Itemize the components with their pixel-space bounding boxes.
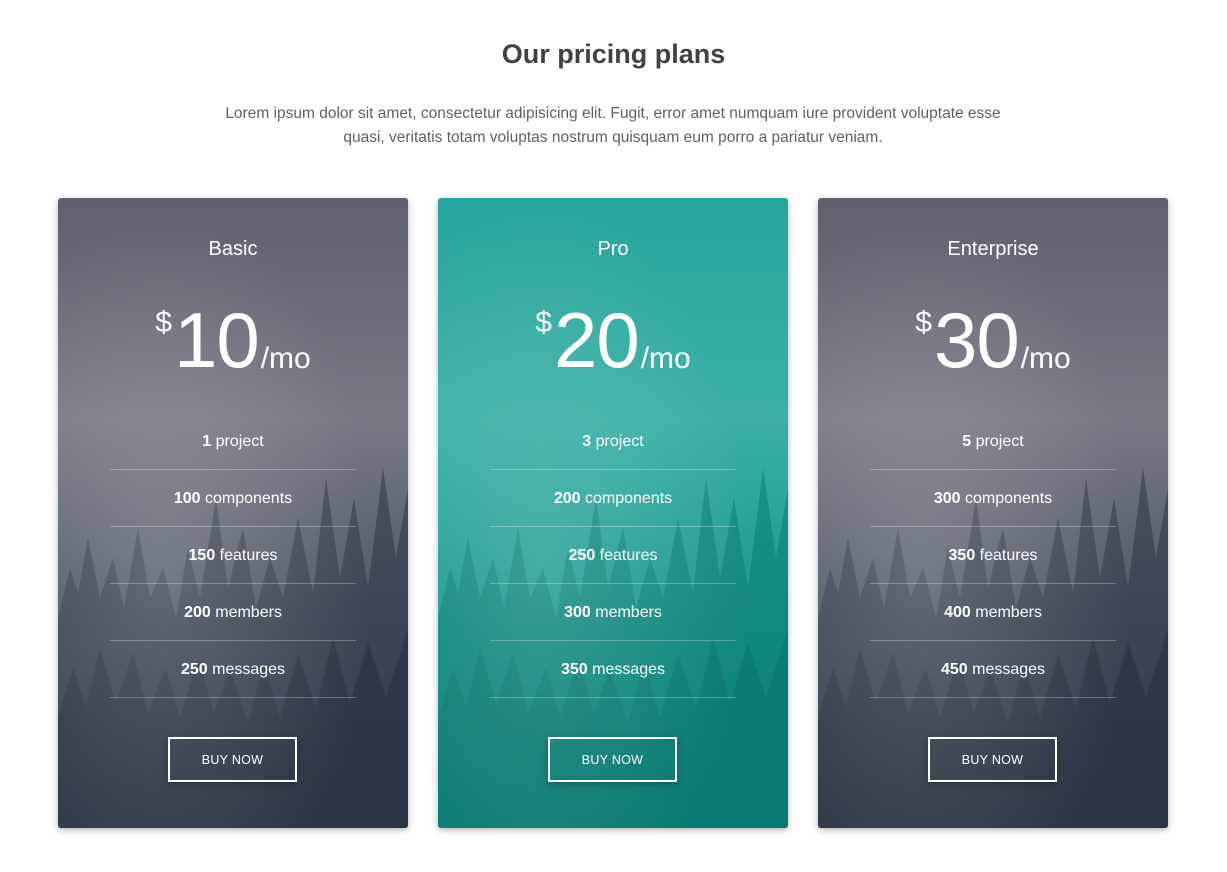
feature-item: 100 components — [110, 470, 356, 527]
plan-name: Basic — [208, 238, 258, 260]
feature-item: 350 messages — [490, 641, 736, 698]
feature-item: 300 components — [870, 470, 1116, 527]
price-currency: $ — [915, 306, 932, 339]
pricing-cards: Basic $10/mo 1 project 100 components 15… — [58, 198, 1168, 828]
price-amount: 20 — [553, 296, 640, 384]
intro-text: Lorem ipsum dolor sit amet, consectetur … — [225, 105, 1001, 146]
pricing-section: Our pricing plans Lorem ipsum dolor sit … — [0, 0, 1227, 872]
feature-list: 5 project 300 components 350 features 40… — [870, 413, 1116, 698]
buy-now-button[interactable]: BUY NOW — [168, 737, 297, 782]
page-title: Our pricing plans — [501, 39, 726, 69]
feature-item: 200 members — [110, 584, 356, 641]
price-amount: 30 — [933, 296, 1020, 384]
feature-item: 150 features — [110, 527, 356, 584]
pricing-card-pro: Pro $20/mo 3 project 200 components 250 … — [438, 198, 788, 828]
feature-item: 3 project — [490, 413, 736, 470]
plan-price: $30/mo — [818, 298, 1168, 388]
plan-name: Pro — [597, 238, 629, 260]
plan-name: Enterprise — [947, 238, 1039, 260]
feature-item: 300 members — [490, 584, 736, 641]
price-currency: $ — [155, 306, 172, 339]
plan-price: $10/mo — [58, 298, 408, 388]
feature-item: 250 messages — [110, 641, 356, 698]
plan-price: $20/mo — [438, 298, 788, 388]
feature-list: 1 project 100 components 150 features 20… — [110, 413, 356, 698]
feature-list: 3 project 200 components 250 features 30… — [490, 413, 736, 698]
pricing-card-basic: Basic $10/mo 1 project 100 components 15… — [58, 198, 408, 828]
feature-item: 1 project — [110, 413, 356, 470]
price-period: /mo — [260, 342, 311, 375]
price-currency: $ — [535, 306, 552, 339]
feature-item: 200 components — [490, 470, 736, 527]
pricing-card-enterprise: Enterprise $30/mo 5 project 300 componen… — [818, 198, 1168, 828]
price-period: /mo — [1020, 342, 1071, 375]
buy-now-button[interactable]: BUY NOW — [928, 737, 1057, 782]
price-amount: 10 — [173, 296, 260, 384]
feature-item: 450 messages — [870, 641, 1116, 698]
feature-item: 250 features — [490, 527, 736, 584]
buy-now-button[interactable]: BUY NOW — [548, 737, 677, 782]
feature-item: 5 project — [870, 413, 1116, 470]
feature-item: 400 members — [870, 584, 1116, 641]
price-period: /mo — [640, 342, 691, 375]
feature-item: 350 features — [870, 527, 1116, 584]
